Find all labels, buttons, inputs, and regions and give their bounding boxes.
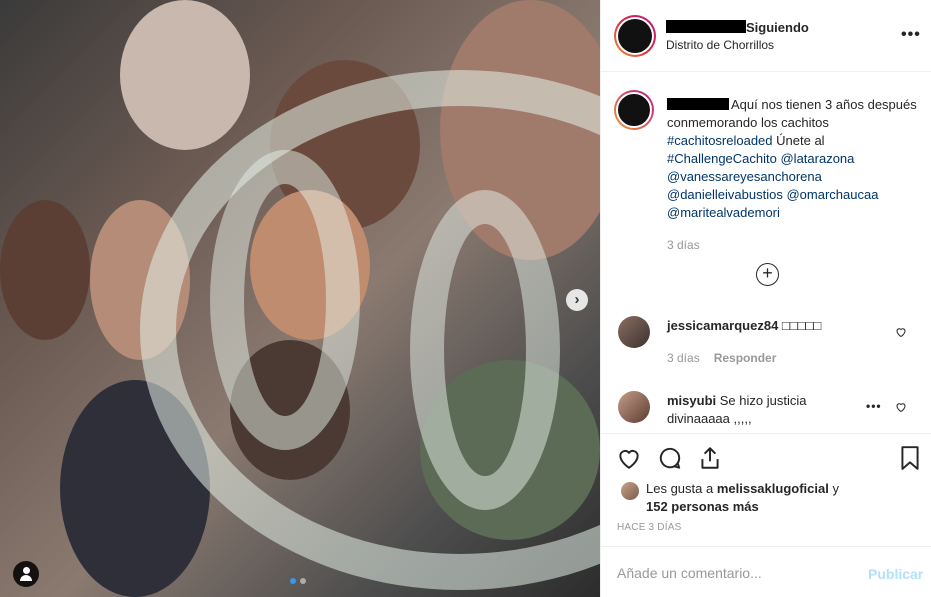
mention-link[interactable]: @maritealvademori [667,205,780,220]
comment-more-icon[interactable]: ••• [866,399,882,413]
share-icon[interactable] [697,445,723,471]
caption-time[interactable]: 3 días [667,238,700,252]
comment-text: □□□□□ [781,318,822,333]
photo-region [120,0,250,150]
redacted-username [667,98,729,110]
avatar[interactable] [614,15,656,57]
comment-time[interactable]: 3 días [667,351,700,365]
comment-like-icon[interactable] [895,401,907,413]
mention-link[interactable]: @danielleivabustios [667,187,783,202]
hashtag-link[interactable]: #ChallengeCachito [667,151,777,166]
watermark [210,150,360,450]
carousel-dot [290,578,296,584]
likes-summary: Les gusta a melissaklugoficial y 152 per… [646,480,906,516]
likes-prefix: Les gusta a [646,481,717,496]
caption-avatar[interactable] [614,90,654,130]
photo-region [0,200,90,340]
likes-count-link[interactable]: 152 personas más [646,499,759,514]
comment-avatar[interactable] [618,316,650,348]
publish-button[interactable]: Publicar [868,566,923,582]
bookmark-icon[interactable] [897,445,923,471]
post-photo[interactable]: › [0,0,600,597]
comment: misyubi Se hizo justicia divinaaaaa ,,,,… [667,392,852,428]
mention-link[interactable]: @latarazona [780,151,854,166]
user-tag-icon[interactable] [13,561,39,587]
hashtag-link[interactable]: #cachitosreloaded [667,133,773,148]
post-side-panel: Siguiendo Distrito de Chorrillos ••• Aqu… [600,0,931,597]
location-link[interactable]: Distrito de Chorrillos [666,38,774,52]
load-more-comments-icon[interactable]: + [756,263,779,286]
carousel-next-button[interactable]: › [566,289,588,311]
carousel-dot [300,578,306,584]
post-actions: Les gusta a melissaklugoficial y 152 per… [601,433,931,597]
mention-link[interactable]: @omarchaucaa [786,187,878,202]
liker-avatar[interactable] [621,482,639,500]
watermark [410,190,560,510]
post-timestamp[interactable]: HACE 3 DÍAS [617,522,681,533]
carousel-dots [290,578,306,584]
comment-box: Publicar [601,546,931,597]
header-username[interactable]: Siguiendo [666,20,809,35]
post-caption: Aquí nos tienen 3 años después conmemora… [667,96,917,222]
comment-icon[interactable] [657,445,683,471]
post-header: Siguiendo Distrito de Chorrillos ••• [601,0,931,72]
comment-like-icon[interactable] [895,326,907,338]
comment: jessicamarquez84 □□□□□ [667,317,852,335]
like-icon[interactable] [616,445,642,471]
mention-link[interactable]: @vanessareyesanchorena [667,169,822,184]
comment-meta: 3 días Responder [667,351,776,365]
more-options-icon[interactable]: ••• [901,26,921,44]
comment-avatar[interactable] [618,391,650,423]
caption-text: Únete al [772,133,825,148]
likes-conj: y [828,481,839,496]
liker-username[interactable]: melissaklugoficial [717,481,829,496]
reply-button[interactable]: Responder [714,351,777,365]
redacted-username [666,20,746,33]
comment-input[interactable] [617,565,847,581]
follow-status[interactable]: Siguiendo [746,20,809,35]
comment-username[interactable]: jessicamarquez84 [667,318,778,333]
comment-username[interactable]: misyubi [667,393,716,408]
